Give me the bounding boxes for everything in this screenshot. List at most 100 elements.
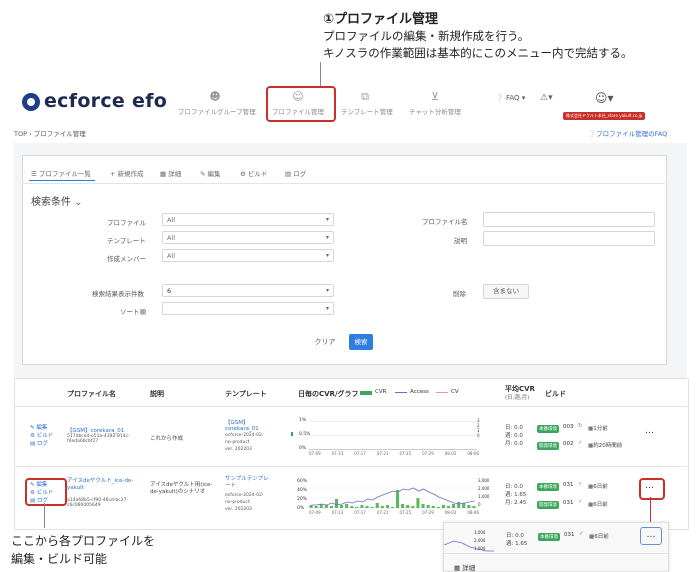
env-badge: 本番環境 [538,533,560,541]
legend-cv: CV [451,389,459,395]
y2-tick: 1,000 [478,494,490,499]
cvr-bar [324,505,328,508]
search-conditions-heading[interactable]: 検索条件 ⌄ [31,193,83,208]
build-icon: ⚙ [30,433,35,439]
inset-avg-cvr: 日: 0.0 週: 1.65 [506,532,527,548]
template-select[interactable]: All ▾ [162,231,334,244]
more-menu-button[interactable]: … [645,481,654,491]
tab-edit[interactable]: ✎ 編集 [200,168,221,178]
y2-ticks: 3 2 1 0 [477,418,480,438]
build-number[interactable]: 031 [563,500,574,506]
build-time: ▦1分前 [588,426,608,432]
avg-cvr-day: 日: 0.0 [505,425,523,431]
breadcrumb[interactable]: TOP › プロファイル管理 [14,128,86,138]
app-logo[interactable]: ecforce efo [44,90,167,112]
build-time: ▦6日前 [588,484,608,490]
cvr-bar [345,504,349,508]
cvr-bar [355,507,359,508]
row-actions: ✎ 編集 ⚙ ビルド ▤ ログ [30,481,53,505]
clear-button[interactable]: クリア [310,337,340,347]
template-meta: ver. 202203 [225,447,252,452]
legend-access-swatch [395,392,407,393]
build-number[interactable]: 031 [563,482,574,488]
profile-name-link[interactable]: アイスdeヤクルト_ice-de-yakult [67,478,137,492]
x-tick: 08-06 [467,510,479,515]
chevron-down-icon: ⌄ [74,197,83,208]
edit-icon: ✎ [30,482,35,488]
x-axis: 07-09 07-13 07-17 07-21 07-25 07-29 08-0… [309,510,479,515]
template-link[interactable]: 【GSM】corekara_01 [225,418,275,432]
build-number[interactable]: 031 [564,532,575,538]
avg-cvr: 日: 0.0 週: 1.65 月: 2.45 [505,483,526,507]
edit-link[interactable]: ✎ 編集 [30,481,53,489]
tab-detail[interactable]: ▦ 詳細 [160,168,181,178]
more-menu-button[interactable]: … [645,426,654,436]
account-icon[interactable]: ☺▾ [595,91,614,105]
cvr-bar [370,507,374,508]
faq-link[interactable]: ❔プロファイル管理のFAQ [588,128,667,138]
more-menu-button[interactable]: … [640,527,662,545]
cvr-chart-plot [309,487,477,509]
x-tick: 08-06 [467,451,479,456]
description-input[interactable] [483,231,655,246]
y2-tick: 1,000 [474,546,486,551]
sort-select[interactable]: ▾ [162,302,334,315]
cvr-bar [401,504,405,508]
cvr-bar [329,506,333,508]
build-number[interactable]: 002 [563,441,574,447]
template-meta: ecforce-2024-02- [225,493,264,498]
build-number[interactable]: 003 [563,424,574,430]
menu-item-detail[interactable]: ▦ 詳細 [454,562,475,572]
profile-name-link[interactable]: 【GSM】corekara_01 [67,426,142,434]
tab-log[interactable]: ▤ ログ [285,168,306,178]
legend-cvr-swatch [360,391,372,395]
edit-icon: ✎ [200,170,206,178]
profile-select[interactable]: All ▾ [162,213,334,226]
nav-profile-management[interactable]: プロファイル管理 [272,106,324,116]
avg-cvr-day: 日: 0.0 [506,533,524,539]
help-icon: ❔ [588,130,597,138]
profile-id: 517dbce4-e51a-4382-814c-f4eda66cbf27 [67,434,130,444]
nav-chat-analysis[interactable]: チャット分析管理 [409,106,461,116]
search-button[interactable]: 検索 [349,334,373,350]
env-badge: 開発環境 [537,442,559,450]
build-link[interactable]: ⚙ ビルド [30,489,53,497]
results-count-select[interactable]: 6 ▾ [162,284,334,297]
x-tick: 07-29 [422,451,434,456]
list-icon: ☰ [31,170,37,178]
nav-profile-group[interactable]: プロファイルグループ管理 [178,106,256,116]
x-tick: 08-02 [444,510,457,515]
cvr-bar [291,432,293,436]
filter-label-profile: プロファイル [107,219,146,227]
bell-icon[interactable]: ⚠▾ [540,93,553,103]
x-tick: 08-02 [444,451,457,456]
avg-cvr-week: 週: 1.65 [506,541,528,547]
x-tick: 07-29 [422,510,434,515]
template-icon: ⧉ [361,90,369,103]
cvr-bar [467,505,471,508]
cvr-bar [385,505,389,508]
nav-template-management[interactable]: テンプレート管理 [341,106,393,116]
y-tick: 0% [297,506,305,511]
build-link[interactable]: ⚙ ビルド [30,432,53,440]
tab-profile-list[interactable]: ☰ プロファイル一覧 [31,168,91,178]
annotation-bottom-line-2: 編集・ビルド可能 [11,552,108,566]
faq-menu[interactable]: ❔ FAQ ▾ [495,94,525,102]
inset-divider [444,553,668,554]
template-link[interactable]: サンプルテンプレート [225,476,273,490]
delete-label: 削除 [453,290,466,298]
cvr-bar [391,507,395,508]
user-icon: ☺ [292,90,304,103]
tab-build[interactable]: ⚙ ビルド [240,168,267,178]
member-select[interactable]: All ▾ [162,249,334,262]
edit-link[interactable]: ✎ 編集 [30,424,53,432]
logo-mark-icon [22,93,40,111]
chevron-down-icon: ▾ [325,234,329,241]
profile-name-input[interactable] [483,212,655,227]
log-link[interactable]: ▤ ログ [30,440,53,448]
delete-toggle[interactable]: 含まない [483,284,529,299]
tab-new[interactable]: + 新規作成 [110,168,144,178]
annotation-line-2: キノスラの作業範囲は基本的にこのメニュー内で完結する。 [323,46,633,60]
log-link[interactable]: ▤ ログ [30,497,53,505]
cvr-bar [309,505,313,508]
